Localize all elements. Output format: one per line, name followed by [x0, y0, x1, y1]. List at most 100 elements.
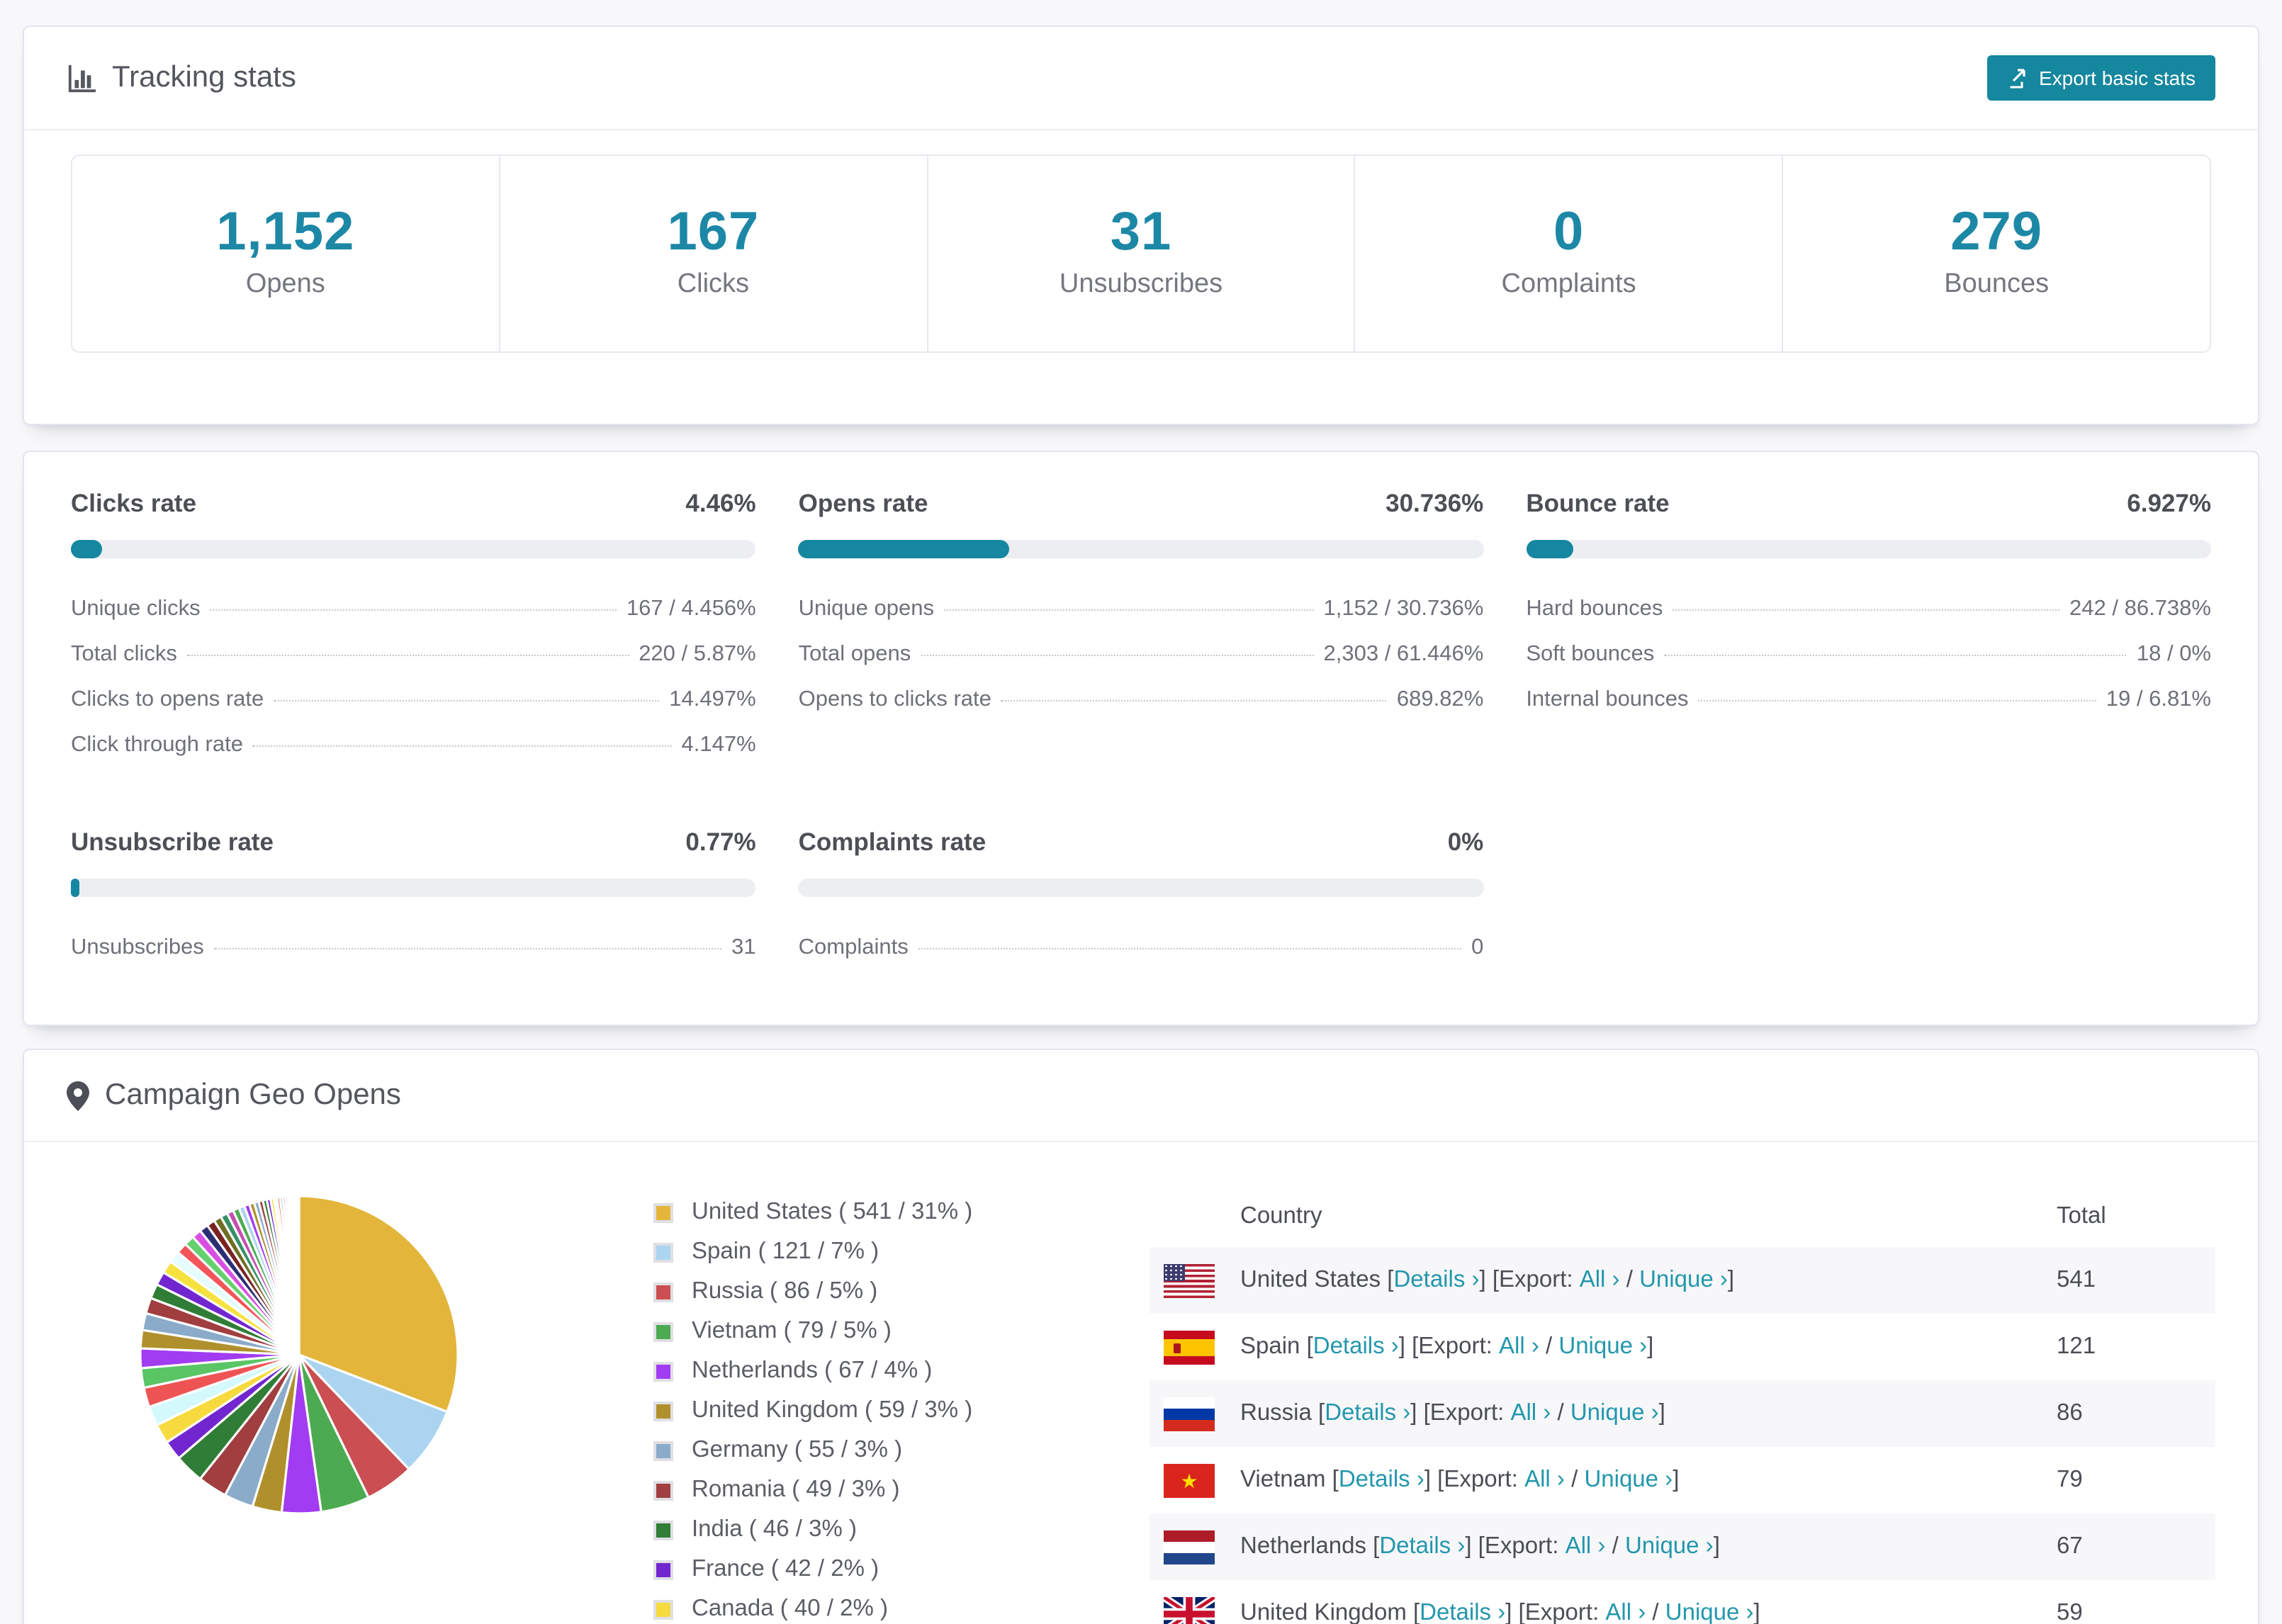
rate-detail-value: 19 / 6.81%	[2106, 687, 2211, 711]
export-basic-stats-button[interactable]: Export basic stats	[1986, 55, 2215, 101]
rate-detail-label: Unsubscribes	[71, 935, 204, 959]
country-cell: ★ Vietnam [Details ›] [Export: All › / Un…	[1164, 1463, 2057, 1497]
stat-tile-opens: 1,152 Opens	[72, 156, 499, 351]
legend-label: Vietnam ( 79 / 5% )	[692, 1318, 892, 1343]
country-cell: United Kingdom [Details ›] [Export: All …	[1164, 1596, 2057, 1624]
details-link[interactable]: Details ›	[1420, 1600, 1505, 1624]
pie-svg	[139, 1195, 459, 1515]
details-link[interactable]: Details ›	[1393, 1267, 1479, 1294]
country-name: Spain	[1240, 1333, 1300, 1359]
bounce-rate-bar	[1526, 540, 2211, 558]
dotted-leader	[1673, 609, 2060, 611]
us-canton	[1164, 1263, 1186, 1282]
opens-rate-value: 30.736%	[1386, 489, 1484, 517]
export-unique-link[interactable]: Unique ›	[1639, 1267, 1728, 1294]
bracket-export: ] [Export:	[1505, 1600, 1606, 1624]
clicks-rate-head: Clicks rate 4.46%	[71, 489, 756, 519]
country-column-header: Country	[1240, 1203, 1322, 1229]
opens-rate-head: Opens rate 30.736%	[799, 489, 1484, 519]
export-all-link[interactable]: All ›	[1580, 1267, 1620, 1294]
details-link[interactable]: Details ›	[1325, 1400, 1410, 1427]
dotted-leader	[186, 655, 629, 656]
dotted-leader	[210, 609, 617, 611]
export-all-link[interactable]: All ›	[1605, 1600, 1646, 1624]
bracket: [	[1311, 1400, 1325, 1426]
stat-label: Bounces	[1944, 269, 2050, 299]
export-unique-link[interactable]: Unique ›	[1665, 1600, 1754, 1624]
country-total: 86	[2057, 1400, 2083, 1426]
country-cell: Spain [Details ›] [Export: All › / Uniqu…	[1164, 1330, 2057, 1364]
dotted-leader	[921, 655, 1314, 656]
legend-swatch	[653, 1282, 673, 1302]
rate-detail-label: Unique opens	[798, 597, 934, 621]
legend-item: Canada ( 40 / 2% )	[653, 1596, 1132, 1623]
export-unique-link[interactable]: Unique ›	[1584, 1467, 1673, 1494]
clicks-rate-title: Clicks rate	[71, 489, 197, 517]
legend-item: Netherlands ( 67 / 4% )	[653, 1358, 1132, 1385]
bracket: [	[1325, 1467, 1339, 1492]
rate-detail-row: Unique clicks 167 / 4.456%	[71, 587, 756, 632]
clicks-rate-value: 4.46%	[685, 489, 756, 517]
rate-detail-row: Total opens 2,303 / 61.446%	[799, 632, 1484, 677]
legend-label: India ( 46 / 3% )	[692, 1516, 857, 1542]
legend-label: United Kingdom ( 59 / 3% )	[692, 1397, 973, 1423]
slash: /	[1564, 1467, 1585, 1492]
stats-summary: 1,152 Opens 167 Clicks 31 Unsubscribes 0 Compla…	[24, 130, 2258, 424]
details-link[interactable]: Details ›	[1379, 1533, 1465, 1560]
export-unique-link[interactable]: Unique ›	[1625, 1533, 1714, 1560]
country-total: 67	[2057, 1533, 2083, 1559]
legend-label: Romania ( 49 / 3% )	[692, 1477, 900, 1502]
campaign-geo-opens-card: Campaign Geo Opens United States ( 541 /…	[23, 1049, 2259, 1624]
legend-swatch	[653, 1599, 673, 1619]
legend-item: Russia ( 86 / 5% )	[653, 1278, 1132, 1305]
legend-item: Vietnam ( 79 / 5% )	[653, 1318, 1132, 1345]
country-cell: Netherlands [Details ›] [Export: All › /…	[1164, 1530, 2057, 1564]
legend-swatch	[653, 1520, 673, 1540]
geo-pie-chart	[67, 1142, 605, 1532]
details-link[interactable]: Details ›	[1339, 1467, 1424, 1494]
export-all-link[interactable]: All ›	[1524, 1467, 1565, 1494]
legend-swatch	[653, 1560, 673, 1579]
bracket-export: ] [Export:	[1479, 1267, 1580, 1292]
stat-label: Complaints	[1501, 269, 1636, 299]
stats-row: 1,152 Opens 167 Clicks 31 Unsubscribes 0 Compla…	[71, 154, 2211, 353]
bracket: ]	[1713, 1533, 1720, 1559]
rate-detail-label: Click through rate	[71, 733, 243, 757]
stat-label: Clicks	[677, 269, 750, 299]
unsubscribe-rate-value: 0.77%	[685, 828, 756, 856]
rate-detail-label: Clicks to opens rate	[71, 687, 264, 711]
geo-table-row: ★ Vietnam [Details ›] [Export: All › / Un…	[1150, 1447, 2215, 1513]
rate-detail-row: Total clicks 220 / 5.87%	[71, 632, 756, 677]
details-link[interactable]: Details ›	[1313, 1333, 1399, 1360]
rate-detail-row: Soft bounces 18 / 0%	[1526, 632, 2211, 677]
bracket: ]	[1673, 1467, 1680, 1492]
opens-rate-title: Opens rate	[798, 489, 928, 517]
export-all-link[interactable]: All ›	[1499, 1333, 1539, 1360]
tracking-stats-header: Tracking stats Export basic stats	[24, 27, 2258, 130]
geo-table-header: Country Total	[1150, 1162, 2215, 1247]
es-emblem	[1174, 1343, 1181, 1353]
legend-swatch	[653, 1321, 673, 1341]
country-cell: Russia [Details ›] [Export: All › / Uniq…	[1164, 1397, 2057, 1431]
unsubscribe-rate-bar	[71, 879, 756, 897]
bracket: ]	[1647, 1333, 1654, 1359]
legend-label: United States ( 541 / 31% )	[692, 1199, 973, 1224]
rate-detail-value: 167 / 4.456%	[626, 597, 756, 621]
legend-swatch	[653, 1440, 673, 1460]
bracket: [	[1381, 1267, 1394, 1292]
total-column-header: Total	[2057, 1203, 2106, 1229]
dotted-leader	[918, 948, 1462, 949]
dotted-leader	[252, 745, 672, 747]
rate-detail-row: Opens to clicks rate 689.82%	[799, 677, 1484, 723]
country-cell: United States [Details ›] [Export: All ›…	[1164, 1263, 2057, 1297]
stat-tile-clicks: 167 Clicks	[498, 156, 927, 351]
bar-chart-icon	[67, 63, 96, 93]
export-unique-link[interactable]: Unique ›	[1558, 1333, 1647, 1360]
geo-table-body: United States [Details ›] [Export: All ›…	[1150, 1247, 2215, 1624]
export-unique-link[interactable]: Unique ›	[1570, 1400, 1659, 1427]
legend-item: United Kingdom ( 59 / 3% )	[653, 1397, 1132, 1424]
bracket-export: ] [Export:	[1410, 1400, 1511, 1426]
export-all-link[interactable]: All ›	[1510, 1400, 1551, 1427]
export-all-link[interactable]: All ›	[1566, 1533, 1606, 1560]
bracket-export: ] [Export:	[1398, 1333, 1499, 1359]
